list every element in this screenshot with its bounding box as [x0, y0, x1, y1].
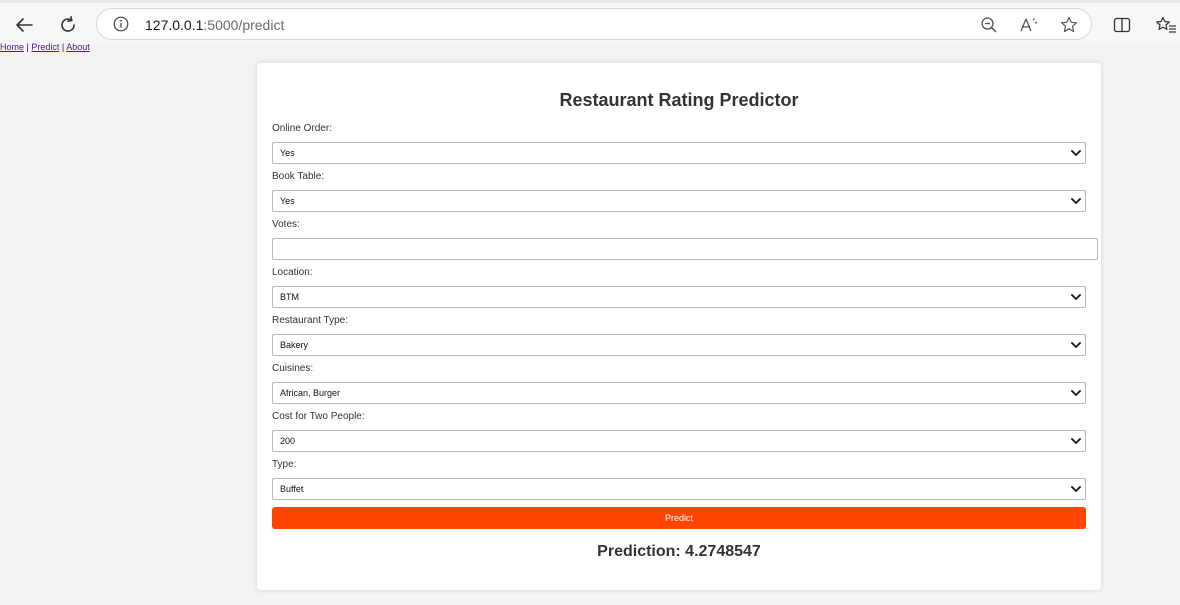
star-icon — [1061, 16, 1077, 33]
cost-for-two-value: 200 — [280, 436, 296, 446]
read-aloud-icon — [1020, 18, 1038, 32]
split-screen-button[interactable] — [1108, 13, 1136, 37]
votes-label: Votes: — [272, 219, 300, 230]
book-table-label: Book Table: — [272, 171, 325, 182]
prediction-result: Prediction: 4.2748547 — [597, 543, 761, 560]
type-select[interactable]: Buffet — [272, 478, 1086, 500]
refresh-button[interactable] — [54, 13, 82, 37]
location-select[interactable]: BTM — [272, 286, 1086, 308]
address-bar[interactable]: 127.0.0.1:5000/predict — [96, 8, 1092, 40]
votes-input[interactable] — [272, 238, 1098, 260]
cuisines-value: African, Burger — [280, 388, 341, 398]
zoom-out-icon — [981, 17, 997, 33]
nav-link-home[interactable]: Home — [0, 42, 24, 52]
nav-link-about[interactable]: About — [66, 42, 90, 52]
chevron-down-icon — [1071, 486, 1081, 492]
read-aloud-button[interactable] — [1019, 15, 1039, 35]
back-button[interactable] — [10, 13, 38, 37]
info-icon[interactable] — [113, 16, 129, 32]
predict-button[interactable]: Predict — [272, 507, 1086, 529]
online-order-label: Online Order: — [272, 123, 333, 134]
url-host: 127.0.0.1 — [145, 17, 204, 33]
favorites-list-icon — [1156, 16, 1176, 33]
url-text[interactable]: 127.0.0.1:5000/predict — [145, 17, 284, 33]
cost-for-two-label: Cost for Two People: — [272, 411, 365, 422]
type-label: Type: — [272, 459, 297, 470]
nav-separator: | — [26, 42, 29, 52]
top-nav: Home | Predict | About — [0, 42, 90, 52]
chevron-down-icon — [1071, 438, 1081, 444]
location-label: Location: — [272, 267, 313, 278]
online-order-value: Yes — [280, 148, 295, 158]
back-arrow-icon — [16, 18, 33, 32]
page-title: Restaurant Rating Predictor — [559, 90, 799, 110]
split-screen-icon — [1113, 17, 1131, 33]
cost-for-two-select[interactable]: 200 — [272, 430, 1086, 452]
chevron-down-icon — [1071, 198, 1081, 204]
location-value: BTM — [280, 292, 299, 302]
browser-toolbar: 127.0.0.1:5000/predict — [0, 0, 1180, 44]
url-path: :5000/predict — [203, 17, 285, 33]
restaurant-type-select[interactable]: Bakery — [272, 334, 1086, 356]
cuisines-select[interactable]: African, Burger — [272, 382, 1086, 404]
chevron-down-icon — [1071, 390, 1081, 396]
type-value: Buffet — [280, 484, 304, 494]
nav-separator: | — [61, 42, 65, 52]
cuisines-label: Cuisines: — [272, 363, 314, 374]
chevron-down-icon — [1071, 294, 1081, 300]
restaurant-type-label: Restaurant Type: — [272, 315, 348, 326]
favorite-button[interactable] — [1059, 15, 1079, 35]
book-table-select[interactable]: Yes — [272, 190, 1086, 212]
chevron-down-icon — [1071, 342, 1081, 348]
nav-link-predict[interactable]: Predict — [31, 42, 59, 52]
chevron-down-icon — [1071, 150, 1081, 156]
book-table-value: Yes — [280, 196, 295, 206]
zoom-out-button[interactable] — [979, 15, 999, 35]
favorites-button[interactable] — [1152, 13, 1180, 37]
online-order-select[interactable]: Yes — [272, 142, 1086, 164]
predictor-card: Restaurant Rating Predictor Online Order… — [257, 63, 1101, 590]
refresh-icon — [61, 16, 75, 32]
restaurant-type-value: Bakery — [280, 340, 309, 350]
